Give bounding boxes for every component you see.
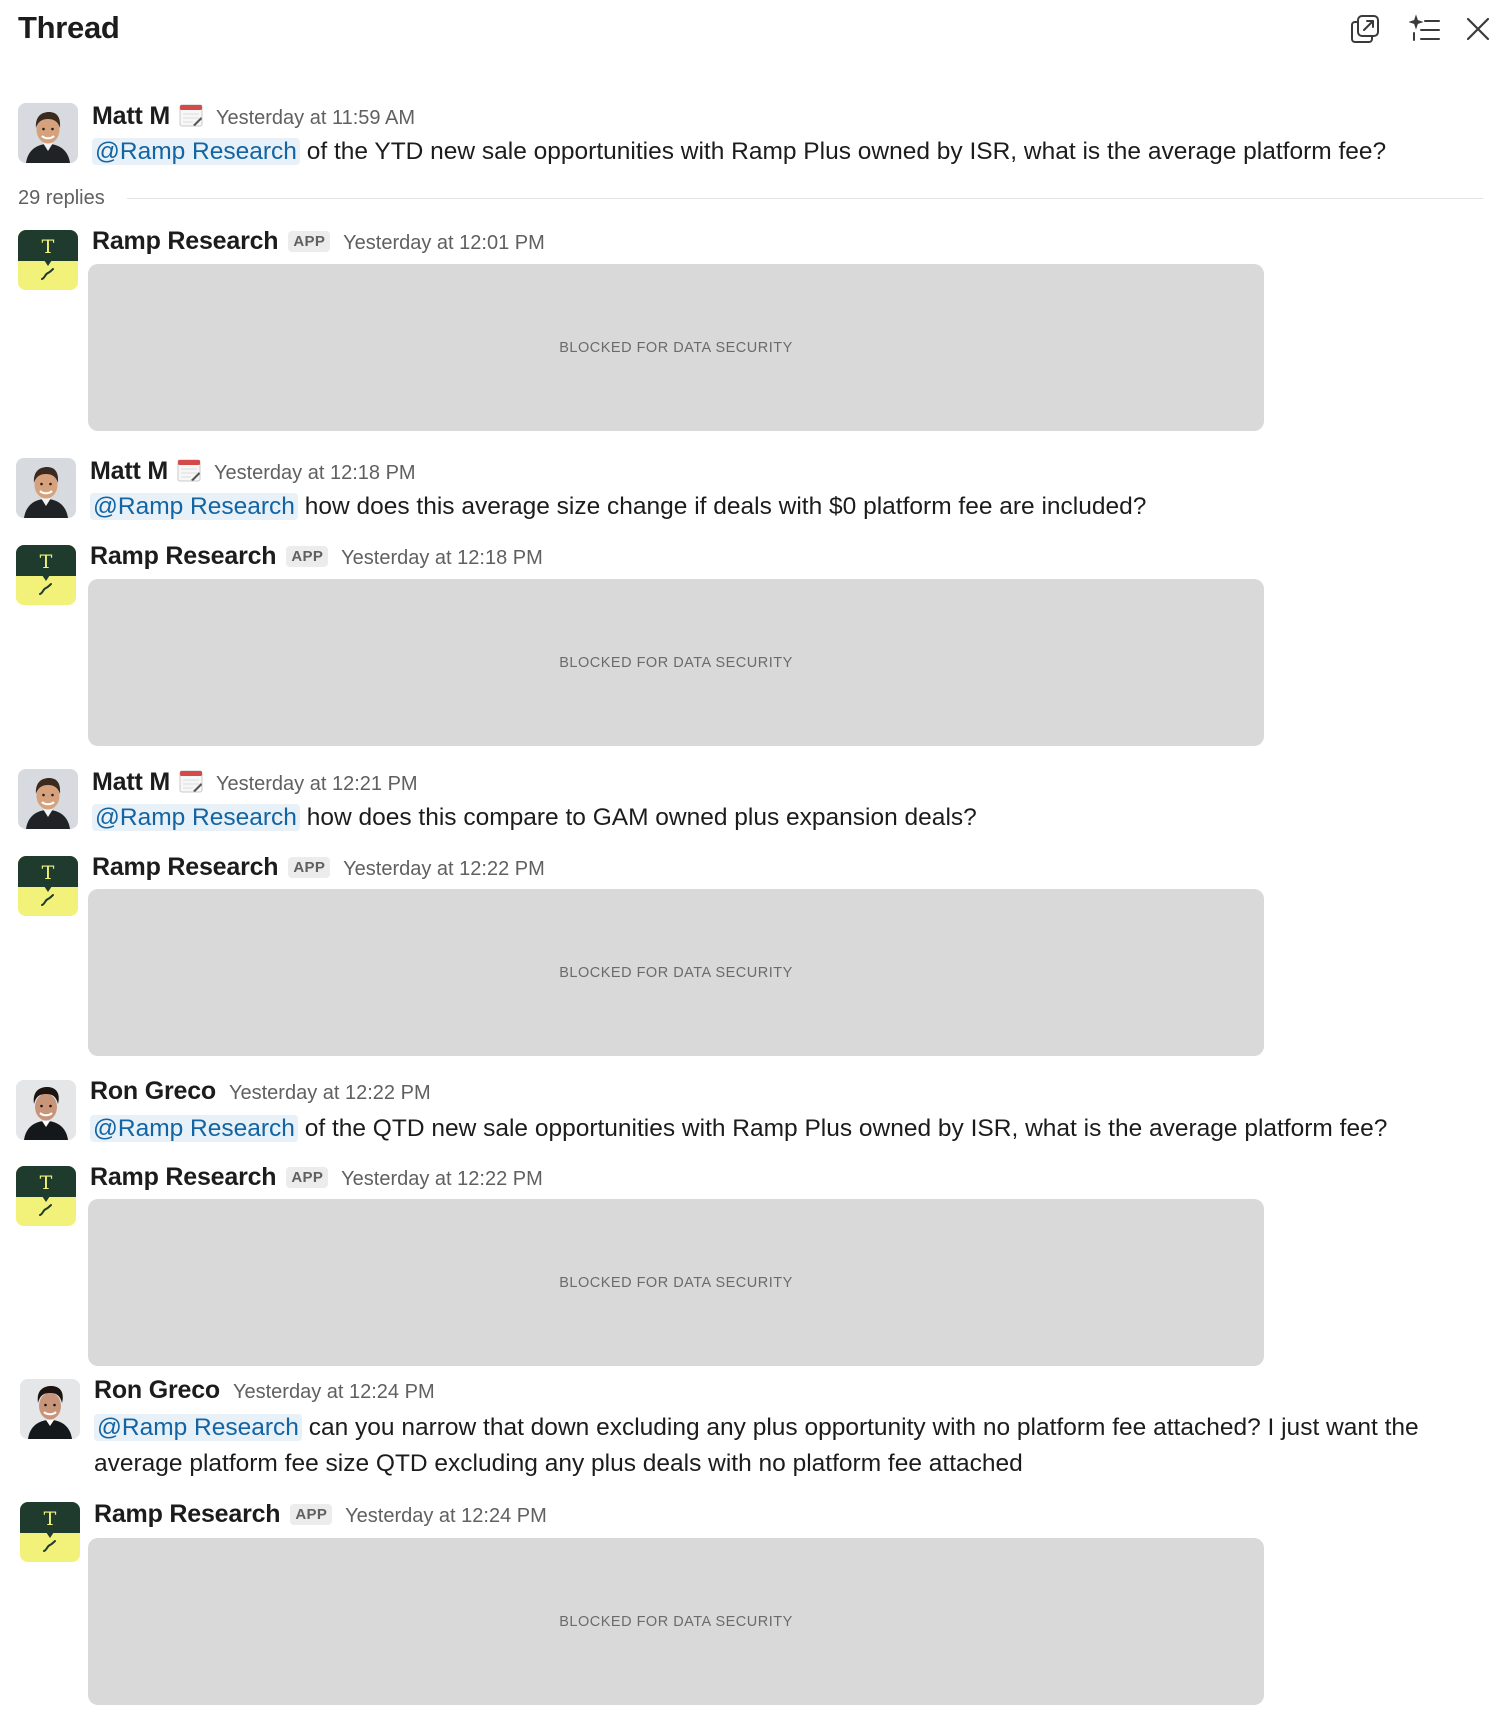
- timestamp[interactable]: Yesterday at 12:21 PM: [216, 773, 418, 796]
- blocked-content: BLOCKED FOR DATA SECURITY: [88, 889, 1264, 1056]
- timestamp[interactable]: Yesterday at 12:22 PM: [343, 858, 545, 881]
- timestamp[interactable]: Yesterday at 11:59 AM: [216, 107, 415, 130]
- author-name[interactable]: Ron Greco: [90, 1077, 216, 1106]
- calendar-status-icon: [179, 769, 203, 793]
- app-badge: APP: [286, 546, 329, 567]
- message-meta: Ramp Research APP Yesterday at 12:01 PM: [92, 227, 545, 259]
- timestamp[interactable]: Yesterday at 12:22 PM: [229, 1082, 431, 1105]
- timestamp[interactable]: Yesterday at 12:18 PM: [341, 547, 543, 570]
- message-meta: Matt M Yesterday at 12:21 PM: [92, 766, 418, 798]
- blocked-content: BLOCKED FOR DATA SECURITY: [88, 1538, 1264, 1705]
- mention-link[interactable]: @Ramp Research: [92, 804, 300, 831]
- divider: [126, 197, 1483, 199]
- bot-avatar[interactable]: [18, 230, 78, 290]
- app-badge: APP: [290, 1504, 333, 1525]
- message-meta: Ron Greco Yesterday at 12:24 PM: [94, 1376, 435, 1408]
- author-name[interactable]: Ramp Research: [90, 542, 277, 571]
- replies-divider: 29 replies: [18, 186, 1483, 210]
- message-text: @Ramp Research can you narrow that down …: [94, 1410, 1484, 1482]
- message-text: @Ramp Research how does this average siz…: [90, 489, 1480, 525]
- author-name[interactable]: Matt M: [92, 768, 170, 797]
- message-line: @Ramp Research can you narrow that down …: [94, 1410, 1484, 1446]
- thread-header: Thread: [0, 0, 1498, 60]
- author-name[interactable]: Matt M: [90, 457, 168, 486]
- app-badge: APP: [286, 1167, 329, 1188]
- avatar[interactable]: [16, 1080, 76, 1140]
- blocked-content: BLOCKED FOR DATA SECURITY: [88, 1199, 1264, 1366]
- replies-count: 29 replies: [18, 186, 105, 209]
- message-body: of the QTD new sale opportunities with R…: [304, 1115, 1388, 1142]
- timestamp[interactable]: Yesterday at 12:01 PM: [343, 232, 545, 255]
- author-name[interactable]: Ramp Research: [92, 227, 279, 256]
- timestamp[interactable]: Yesterday at 12:24 PM: [345, 1505, 547, 1528]
- message-body: can you narrow that down excluding any p…: [308, 1414, 1419, 1441]
- blocked-content: BLOCKED FOR DATA SECURITY: [88, 579, 1264, 746]
- message-body: of the YTD new sale opportunities with R…: [306, 138, 1387, 165]
- close-icon[interactable]: [1461, 12, 1495, 46]
- avatar[interactable]: [20, 1379, 80, 1439]
- message-text: @Ramp Research how does this compare to …: [92, 800, 1482, 836]
- page-title: Thread: [18, 10, 120, 45]
- app-badge: APP: [288, 231, 331, 252]
- bot-avatar[interactable]: [16, 1166, 76, 1226]
- message-text: @Ramp Research of the QTD new sale oppor…: [90, 1111, 1485, 1147]
- mention-link[interactable]: @Ramp Research: [90, 493, 298, 520]
- message-meta: Ramp Research APP Yesterday at 12:24 PM: [94, 1500, 547, 1532]
- message-meta: Ramp Research APP Yesterday at 12:22 PM: [92, 853, 545, 885]
- message-meta: Ron Greco Yesterday at 12:22 PM: [90, 1077, 431, 1109]
- blocked-content: BLOCKED FOR DATA SECURITY: [88, 264, 1264, 431]
- message-meta: Ramp Research APP Yesterday at 12:18 PM: [90, 542, 543, 574]
- ai-summary-icon[interactable]: [1408, 12, 1442, 46]
- app-badge: APP: [288, 857, 331, 878]
- mention-link[interactable]: @Ramp Research: [94, 1414, 302, 1441]
- message-meta: Matt M Yesterday at 11:59 AM: [92, 100, 415, 132]
- bot-avatar[interactable]: [20, 1502, 80, 1562]
- bot-avatar[interactable]: [16, 545, 76, 605]
- timestamp[interactable]: Yesterday at 12:24 PM: [233, 1381, 435, 1404]
- author-name[interactable]: Ramp Research: [90, 1163, 277, 1192]
- author-name[interactable]: Matt M: [92, 102, 170, 131]
- mention-link[interactable]: @Ramp Research: [90, 1115, 298, 1142]
- avatar[interactable]: [18, 769, 78, 829]
- avatar[interactable]: [16, 458, 76, 518]
- timestamp[interactable]: Yesterday at 12:18 PM: [214, 462, 416, 485]
- message-body: how does this compare to GAM owned plus …: [306, 804, 977, 831]
- bot-avatar[interactable]: [18, 856, 78, 916]
- author-name[interactable]: Ramp Research: [92, 853, 279, 882]
- message-line: average platform fee size QTD excluding …: [94, 1450, 1023, 1477]
- calendar-status-icon: [179, 103, 203, 127]
- timestamp[interactable]: Yesterday at 12:22 PM: [341, 1168, 543, 1191]
- open-in-window-icon[interactable]: [1348, 12, 1382, 46]
- calendar-status-icon: [177, 458, 201, 482]
- author-name[interactable]: Ron Greco: [94, 1376, 220, 1405]
- message-text: @Ramp Research of the YTD new sale oppor…: [92, 134, 1482, 170]
- message-meta: Matt M Yesterday at 12:18 PM: [90, 455, 416, 487]
- avatar[interactable]: [18, 103, 78, 163]
- message-meta: Ramp Research APP Yesterday at 12:22 PM: [90, 1163, 543, 1195]
- message-body: how does this average size change if dea…: [304, 493, 1147, 520]
- mention-link[interactable]: @Ramp Research: [92, 138, 300, 165]
- author-name[interactable]: Ramp Research: [94, 1500, 281, 1529]
